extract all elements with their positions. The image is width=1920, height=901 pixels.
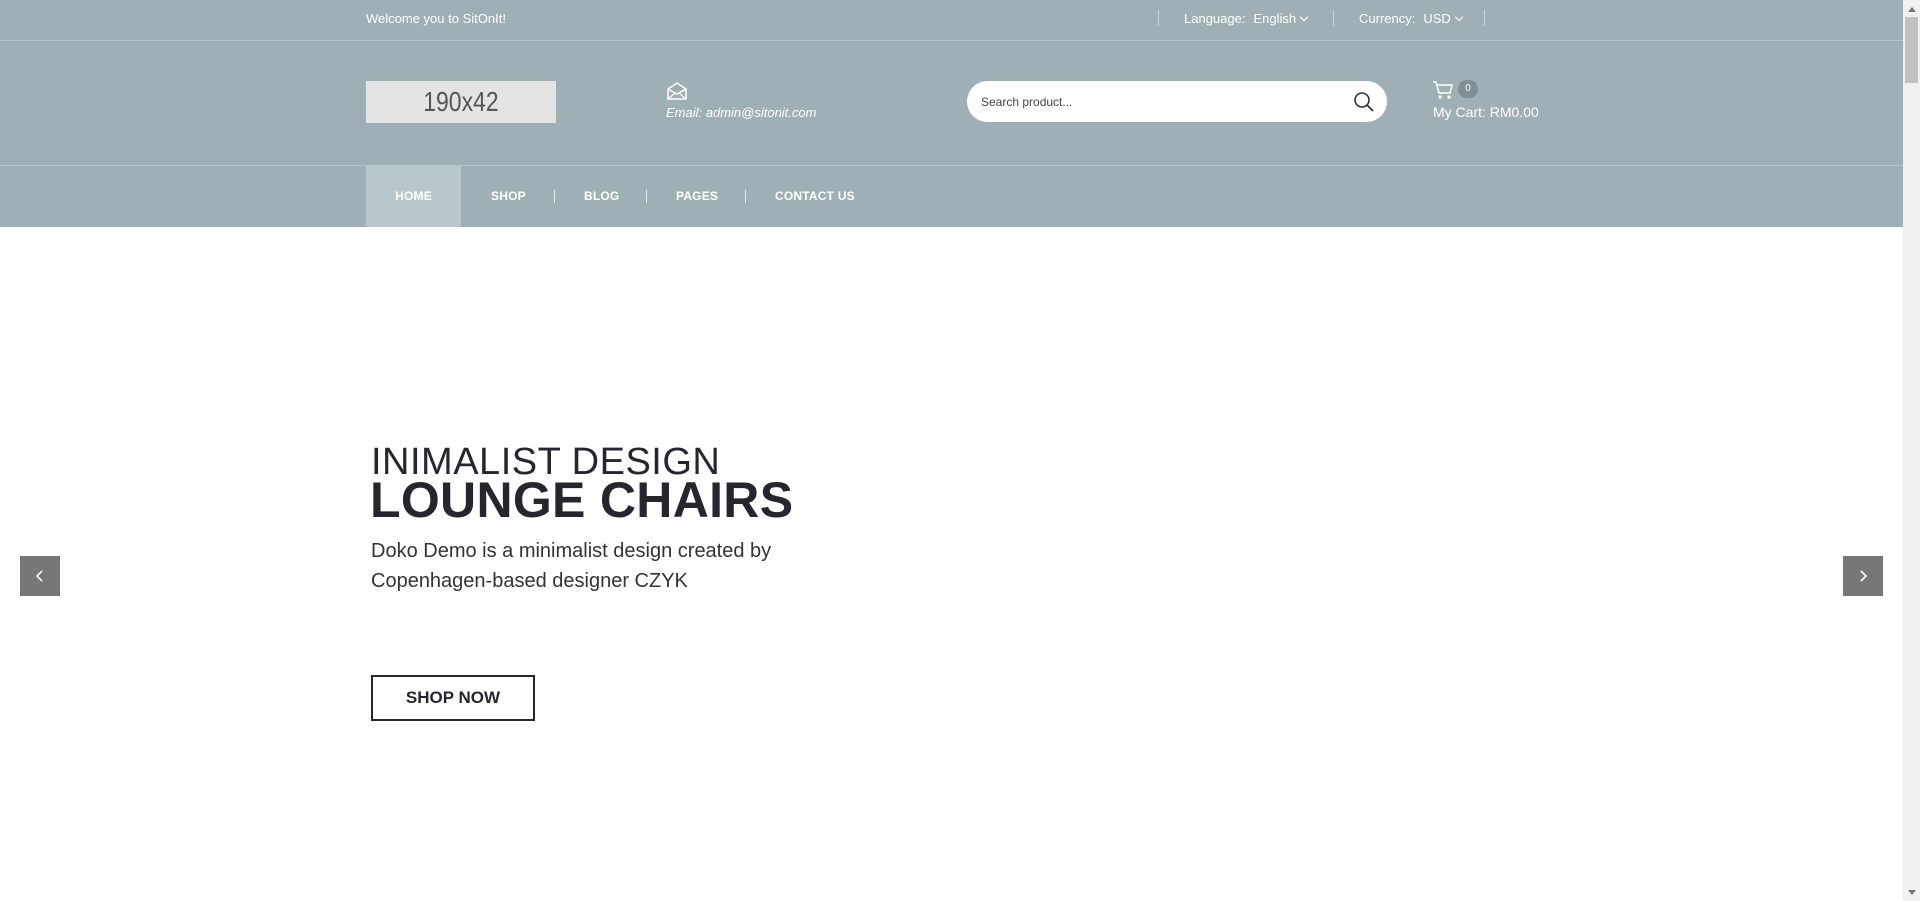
shop-now-button[interactable]: SHOP NOW [371,675,535,721]
hero-description: Doko Demo is a minimalist design created… [371,540,772,592]
nav-divider [554,190,555,203]
scroll-down-button[interactable] [1903,884,1920,901]
chevron-down-icon [1299,12,1309,22]
page-scrollbar[interactable] [1903,0,1920,901]
cart-total[interactable]: My Cart: RM0.00 [1433,104,1539,120]
nav-divider [745,190,746,203]
hero-title: LOUNGE CHAIRS [370,472,794,528]
page: Welcome you to SitOnIt! Language: English… [0,0,1903,901]
nav-item-pages[interactable]: PAGES [676,166,718,227]
envelope-open-icon [667,82,687,100]
chevron-down-icon [1454,12,1464,22]
search-icon[interactable] [1351,89,1377,115]
nav-item-contact-us[interactable]: CONTACT US [775,166,855,227]
divider [1158,10,1159,26]
site-logo[interactable]: 190x42 [366,81,556,123]
nav-item-shop[interactable]: SHOP [491,166,526,227]
nav-item-label: SHOP [491,189,526,203]
chevron-right-icon [1860,570,1868,582]
divider [1333,10,1334,26]
nav-item-label: BLOG [584,189,620,203]
nav-item-blog[interactable]: BLOG [584,166,619,227]
search-box [967,81,1387,122]
language-selector[interactable]: Language: English [1184,11,1309,26]
top-bar: Welcome you to SitOnIt! Language: English… [0,0,1903,41]
nav-item-home[interactable]: HOME [366,166,461,227]
divider [1484,10,1485,26]
welcome-text: Welcome you to SitOnIt! [366,11,506,26]
main-nav: HOME SHOP BLOG PAGES CONTACT US [0,166,1903,227]
currency-selector[interactable]: Currency: USD [1359,11,1464,26]
scroll-up-button[interactable] [1903,0,1920,17]
header: 190x42 Email: admin@sitonit.com 0 My Car… [0,41,1903,166]
search-input[interactable] [981,81,1321,122]
nav-item-label: HOME [395,189,432,203]
currency-label: Currency: [1359,11,1416,26]
slider-next-button[interactable] [1843,556,1883,596]
logo-text: 190x42 [423,86,499,117]
slider-prev-button[interactable] [20,556,60,596]
scrollbar-thumb[interactable] [1905,17,1918,83]
contact-email[interactable]: Email: admin@sitonit.com [666,105,816,120]
cart-icon[interactable] [1432,80,1454,100]
language-label: Language: [1184,11,1246,26]
currency-value: USD [1423,11,1451,26]
language-value: English [1253,11,1297,26]
nav-item-label: CONTACT US [775,189,855,203]
nav-item-label: PAGES [676,189,719,203]
nav-divider [646,190,647,203]
triangle-up-icon [1907,6,1916,12]
triangle-down-icon [1907,889,1916,895]
chevron-left-icon [35,570,43,582]
cart-count-badge: 0 [1458,80,1478,98]
